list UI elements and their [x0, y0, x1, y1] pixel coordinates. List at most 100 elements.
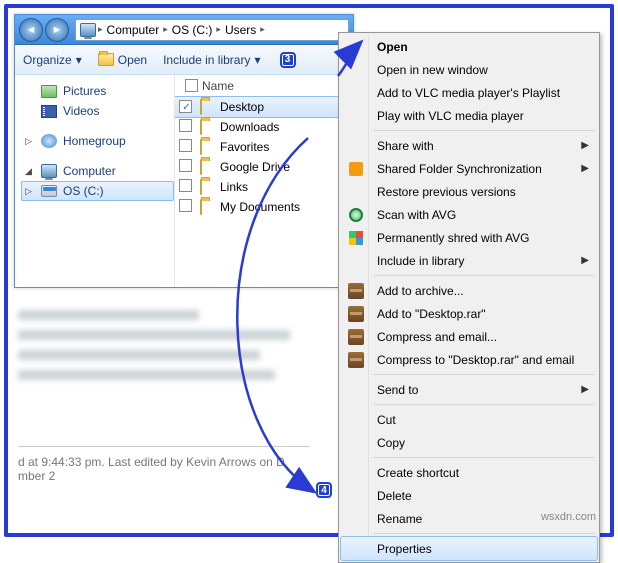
- ctx-copy[interactable]: Copy: [341, 431, 597, 454]
- organize-button[interactable]: Organize ▾: [23, 53, 82, 67]
- watermark: wsxdn.com: [541, 511, 596, 523]
- ctx-open[interactable]: Open: [341, 35, 597, 58]
- separator: [373, 275, 595, 276]
- chevron-right-icon: ▸: [216, 24, 221, 35]
- separator: [373, 374, 595, 375]
- explorer-window: ◄ ► ▸ Computer ▸ OS (C:) ▸ Users ▸ Organ…: [14, 14, 354, 288]
- ctx-create-shortcut[interactable]: Create shortcut: [341, 461, 597, 484]
- chevron-right-icon: ▸: [163, 24, 168, 35]
- breadcrumb-computer[interactable]: Computer: [105, 20, 162, 40]
- ctx-add-archive[interactable]: Add to archive...: [341, 279, 597, 302]
- file-name: My Documents: [216, 197, 353, 217]
- file-row[interactable]: Downloads: [175, 117, 353, 137]
- file-list-pane[interactable]: Name DesktopDownloadsFavoritesGoogle Dri…: [175, 75, 353, 287]
- file-name: Desktop: [216, 97, 353, 117]
- file-name: Favorites: [216, 137, 353, 157]
- ctx-vlc-play[interactable]: Play with VLC media player: [341, 104, 597, 127]
- file-row[interactable]: Links: [175, 177, 353, 197]
- column-name[interactable]: Name: [202, 79, 234, 93]
- row-checkbox[interactable]: [179, 119, 192, 132]
- ctx-shared-folder-sync[interactable]: Shared Folder Synchronization▶: [341, 157, 597, 180]
- ctx-include-library[interactable]: Include in library▶: [341, 249, 597, 272]
- submenu-arrow-icon: ▶: [581, 255, 589, 266]
- ctx-delete[interactable]: Delete: [341, 484, 597, 507]
- homegroup-icon: [41, 133, 57, 149]
- select-all-checkbox[interactable]: [185, 79, 198, 92]
- nav-homegroup[interactable]: ▷Homegroup: [21, 131, 174, 151]
- row-checkbox[interactable]: [179, 159, 192, 172]
- winrar-icon: [347, 351, 365, 369]
- folder-icon: [200, 139, 202, 155]
- row-checkbox[interactable]: [179, 199, 192, 212]
- ctx-vlc-add[interactable]: Add to VLC media player's Playlist: [341, 81, 597, 104]
- background-blurred-text: [18, 300, 320, 390]
- row-checkbox[interactable]: [179, 179, 192, 192]
- computer-icon: [41, 163, 57, 179]
- winrar-icon: [347, 282, 365, 300]
- submenu-arrow-icon: ▶: [581, 384, 589, 395]
- drive-icon: [41, 183, 57, 199]
- separator: [373, 457, 595, 458]
- videos-icon: [41, 103, 57, 119]
- winrar-icon: [347, 305, 365, 323]
- breadcrumb-users[interactable]: Users: [223, 20, 258, 40]
- nav-videos[interactable]: Videos: [21, 101, 174, 121]
- file-name: Downloads: [216, 117, 353, 137]
- file-row[interactable]: Favorites: [175, 137, 353, 157]
- nav-back-button[interactable]: ◄: [19, 18, 43, 42]
- avg-icon: [347, 229, 365, 247]
- ctx-compress-email[interactable]: Compress and email...: [341, 325, 597, 348]
- folder-icon: [200, 199, 202, 215]
- context-menu: Open Open in new window Add to VLC media…: [338, 32, 600, 563]
- file-name: Google Drive: [216, 157, 353, 177]
- ctx-open-new-window[interactable]: Open in new window: [341, 58, 597, 81]
- separator: [373, 404, 595, 405]
- row-checkbox[interactable]: [179, 100, 192, 113]
- ctx-shred-avg[interactable]: Permanently shred with AVG: [341, 226, 597, 249]
- chevron-right-icon: ▸: [98, 24, 103, 35]
- explorer-titlebar: ◄ ► ▸ Computer ▸ OS (C:) ▸ Users ▸: [15, 15, 353, 45]
- ctx-properties[interactable]: Properties: [341, 537, 597, 560]
- submenu-arrow-icon: ▶: [581, 163, 589, 174]
- submenu-arrow-icon: ▶: [581, 140, 589, 151]
- nav-fwd-button[interactable]: ►: [45, 18, 69, 42]
- ctx-send-to[interactable]: Send to▶: [341, 378, 597, 401]
- folder-icon: [98, 53, 114, 66]
- pictures-icon: [41, 83, 57, 99]
- folder-icon: [200, 159, 202, 175]
- nav-pictures[interactable]: Pictures: [21, 81, 174, 101]
- address-bar[interactable]: ▸ Computer ▸ OS (C:) ▸ Users ▸: [75, 19, 349, 41]
- open-button[interactable]: Open: [98, 53, 147, 67]
- navigation-pane[interactable]: Pictures Videos ▷Homegroup ◢Computer ▷OS…: [15, 75, 175, 287]
- file-name: Links: [216, 177, 353, 197]
- chevron-right-icon: ▸: [260, 24, 265, 35]
- include-library-button[interactable]: Include in library ▾: [163, 53, 260, 67]
- ctx-share-with[interactable]: Share with▶: [341, 134, 597, 157]
- breadcrumb-drive[interactable]: OS (C:): [170, 20, 215, 40]
- file-table: DesktopDownloadsFavoritesGoogle DriveLin…: [175, 97, 353, 217]
- separator: [373, 130, 595, 131]
- annotation-step-3: 3: [280, 52, 296, 68]
- folder-icon: [200, 119, 202, 135]
- nav-drive-os-c[interactable]: ▷OS (C:): [21, 181, 174, 201]
- ctx-cut[interactable]: Cut: [341, 408, 597, 431]
- annotation-step-4: 4: [316, 482, 332, 498]
- ctx-restore-previous[interactable]: Restore previous versions: [341, 180, 597, 203]
- explorer-toolbar: Organize ▾ Open Include in library ▾ 3: [15, 45, 353, 75]
- column-header[interactable]: Name: [175, 75, 353, 97]
- computer-icon: [80, 22, 96, 38]
- ctx-scan-avg[interactable]: Scan with AVG: [341, 203, 597, 226]
- article-caption: d at 9:44:33 pm. Last edited by Kevin Ar…: [18, 446, 310, 483]
- ctx-add-desktop-rar[interactable]: Add to "Desktop.rar": [341, 302, 597, 325]
- ctx-compress-desktop-email[interactable]: Compress to "Desktop.rar" and email: [341, 348, 597, 371]
- file-row[interactable]: Google Drive: [175, 157, 353, 177]
- avg-icon: [347, 206, 365, 224]
- folder-icon: [200, 99, 202, 115]
- file-row[interactable]: My Documents: [175, 197, 353, 217]
- file-row[interactable]: Desktop: [175, 97, 353, 117]
- winrar-icon: [347, 328, 365, 346]
- separator: [373, 533, 595, 534]
- sync-icon: [347, 160, 365, 178]
- row-checkbox[interactable]: [179, 139, 192, 152]
- nav-computer[interactable]: ◢Computer: [21, 161, 174, 181]
